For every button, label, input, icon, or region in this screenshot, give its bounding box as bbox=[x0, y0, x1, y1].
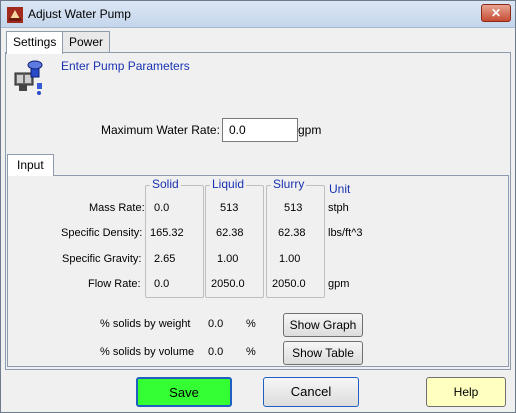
slurry-mass-rate: 513 bbox=[284, 202, 303, 214]
app-icon bbox=[7, 7, 23, 23]
save-button[interactable]: Save bbox=[136, 377, 232, 407]
tab-input[interactable]: Input bbox=[7, 154, 54, 176]
unit-header: Unit bbox=[329, 182, 351, 196]
tab-power[interactable]: Power bbox=[62, 31, 111, 53]
max-water-rate-unit: gpm bbox=[298, 123, 322, 137]
flow-rate-unit: gpm bbox=[328, 278, 350, 290]
liquid-header: Liquid bbox=[210, 177, 247, 191]
solids-by-weight-unit: % bbox=[246, 318, 256, 330]
solid-specific-gravity: 2.65 bbox=[154, 253, 176, 265]
max-water-rate-input[interactable] bbox=[222, 118, 298, 142]
solid-flow-rate: 0.0 bbox=[154, 278, 170, 290]
help-button[interactable]: Help bbox=[426, 377, 506, 407]
specific-density-label: Specific Density: bbox=[61, 227, 143, 239]
liquid-flow-rate: 2050.0 bbox=[211, 278, 245, 290]
slurry-specific-density: 62.38 bbox=[278, 227, 306, 239]
solid-column: Solid 0.0 165.32 2.65 0.0 bbox=[145, 177, 204, 298]
slurry-header: Slurry bbox=[271, 177, 307, 191]
slurry-specific-gravity: 1.00 bbox=[279, 253, 301, 265]
solids-by-volume-label: % solids by volume bbox=[100, 346, 195, 358]
settings-panel: Enter Pump Parameters Maximum Water Rate… bbox=[5, 52, 511, 370]
liquid-specific-gravity: 1.00 bbox=[217, 253, 239, 265]
show-graph-button[interactable]: Show Graph bbox=[283, 313, 363, 337]
title-bar: Adjust Water Pump ✕ bbox=[1, 1, 515, 28]
slurry-flow-rate: 2050.0 bbox=[272, 278, 306, 290]
input-panel: Mass Rate: Specific Density: Specific Gr… bbox=[7, 175, 509, 367]
tab-settings[interactable]: Settings bbox=[6, 31, 64, 54]
liquid-mass-rate: 513 bbox=[220, 202, 239, 214]
liquid-column: Liquid 513 62.38 1.00 2050.0 bbox=[205, 177, 264, 298]
solids-by-volume-unit: % bbox=[246, 346, 256, 358]
cancel-button[interactable]: Cancel bbox=[263, 377, 359, 407]
flow-rate-label: Flow Rate: bbox=[88, 278, 141, 290]
solid-header: Solid bbox=[150, 177, 181, 191]
solid-mass-rate: 0.0 bbox=[154, 202, 170, 214]
specific-density-unit: lbs/ft^3 bbox=[328, 227, 363, 239]
mass-rate-label: Mass Rate: bbox=[89, 202, 145, 214]
adjust-water-pump-window: Adjust Water Pump ✕ Settings Power Enter… bbox=[0, 0, 516, 413]
solids-by-weight-label: % solids by weight bbox=[100, 318, 191, 330]
solids-by-volume-value: 0.0 bbox=[208, 346, 224, 358]
section-heading: Enter Pump Parameters bbox=[61, 59, 190, 73]
max-water-rate-label: Maximum Water Rate: bbox=[101, 123, 220, 137]
liquid-specific-density: 62.38 bbox=[216, 227, 244, 239]
specific-gravity-label: Specific Gravity: bbox=[62, 253, 142, 265]
solid-specific-density: 165.32 bbox=[150, 227, 184, 239]
show-table-button[interactable]: Show Table bbox=[283, 341, 363, 365]
window-title: Adjust Water Pump bbox=[28, 7, 131, 21]
slurry-column: Slurry 513 62.38 1.00 2050.0 bbox=[266, 177, 325, 298]
close-button[interactable]: ✕ bbox=[481, 4, 511, 22]
mass-rate-unit: stph bbox=[328, 202, 349, 214]
close-icon: ✕ bbox=[490, 6, 502, 20]
water-pump-icon bbox=[14, 60, 43, 95]
solids-by-weight-value: 0.0 bbox=[208, 318, 224, 330]
